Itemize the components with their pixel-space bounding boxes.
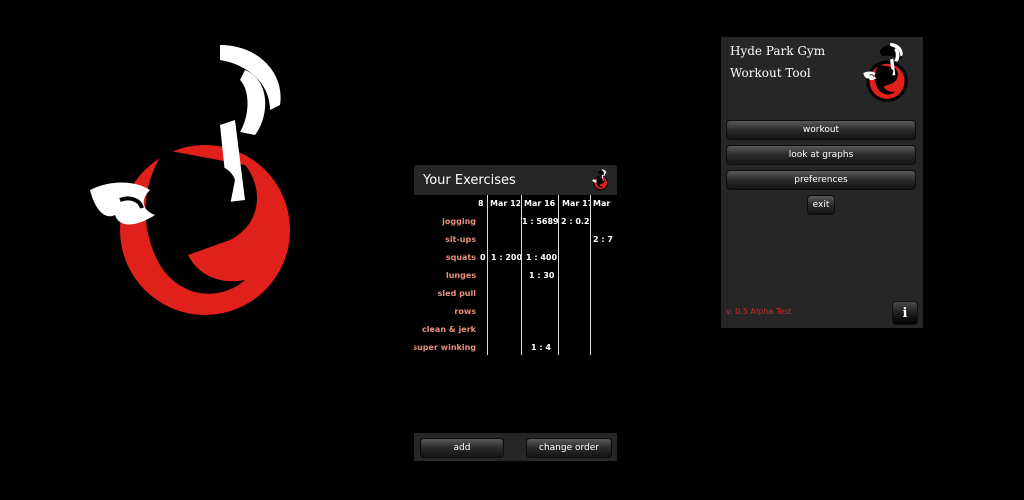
date-column-header: Mar 17 xyxy=(562,199,590,208)
table-cell: 1 : 30 xyxy=(529,271,555,280)
exercise-name[interactable]: sit-ups xyxy=(445,235,476,244)
exercise-name[interactable]: clean & jerk xyxy=(422,325,476,334)
exercise-name[interactable]: lunges xyxy=(446,271,476,280)
exercise-name[interactable]: super winking xyxy=(414,343,476,352)
app-title: Hyde Park Gym xyxy=(730,44,826,58)
exercises-footer: add change order xyxy=(414,433,617,461)
date-column-header: Mar 16 xyxy=(524,199,556,208)
gym-logo-large-icon xyxy=(70,40,320,340)
table-cell: 1 : 400 xyxy=(526,253,558,262)
table-cell: 1 : 4 xyxy=(531,343,551,352)
exercises-screen: Your Exercises 8 Mar 12 Mar 16 Mar 17 Ma… xyxy=(414,165,617,461)
table-cell: 2 : 7 xyxy=(593,235,613,244)
version-label: v. 0.5 Alpha Test xyxy=(726,307,792,316)
exercise-table[interactable]: 8 Mar 12 Mar 16 Mar 17 Mar jogging 1 : 5… xyxy=(414,195,617,385)
change-order-button[interactable]: change order xyxy=(526,438,612,458)
table-cell: 1 : 5689 xyxy=(522,217,558,226)
column-divider xyxy=(590,195,591,355)
date-column-header: Mar 12 xyxy=(490,199,520,208)
workout-button[interactable]: workout xyxy=(726,120,916,140)
column-divider xyxy=(487,195,488,355)
table-cell: 2 : 0.2 xyxy=(561,217,590,226)
preferences-button[interactable]: preferences xyxy=(726,170,916,190)
exercise-name[interactable]: rows xyxy=(454,307,476,316)
date-column-header: Mar xyxy=(593,199,611,208)
exercises-title: Your Exercises xyxy=(423,172,516,188)
home-screen: Hyde Park Gym Workout Tool workout look … xyxy=(721,37,923,328)
exit-button[interactable]: exit xyxy=(807,195,835,215)
gym-logo-icon xyxy=(859,42,911,104)
exercise-name[interactable]: sled pull xyxy=(438,289,476,298)
column-divider xyxy=(558,195,559,355)
table-cell: 1 : 200 xyxy=(491,253,521,262)
app-subtitle: Workout Tool xyxy=(730,66,811,80)
table-cell: 0 xyxy=(480,253,486,262)
gym-logo-icon xyxy=(589,169,611,191)
add-button[interactable]: add xyxy=(420,438,504,458)
date-column-header: 8 xyxy=(478,199,484,208)
exercise-name[interactable]: squats xyxy=(446,253,476,262)
info-button[interactable]: i xyxy=(892,301,918,325)
exercises-header: Your Exercises xyxy=(414,165,617,195)
look-at-graphs-button[interactable]: look at graphs xyxy=(726,145,916,165)
exercise-name[interactable]: jogging xyxy=(442,217,476,226)
